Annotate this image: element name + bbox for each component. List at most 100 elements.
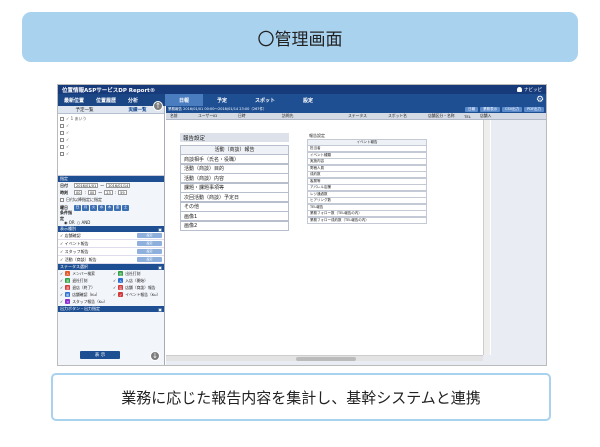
- user-menu[interactable]: ナビッピ: [517, 87, 542, 93]
- section-banner: 〇管理画面: [22, 12, 578, 62]
- col-spot[interactable]: スポット名: [384, 113, 424, 119]
- col-datetime[interactable]: 日時: [234, 113, 278, 119]
- app-screenshot: 位置情報ASPサービスDP Report® ナビッピ 最新位置 位置履歴 分析 …: [57, 84, 547, 366]
- left-menu: 最新位置 位置履歴 分析: [58, 94, 165, 106]
- report-item: 活動（商談）内容: [180, 173, 289, 183]
- arrow-up-icon[interactable]: ↑: [153, 101, 163, 111]
- time-to-minute[interactable]: 59: [118, 190, 127, 195]
- list-item[interactable]: ✓: [60, 122, 162, 129]
- tab-spot[interactable]: スポット: [241, 94, 289, 106]
- arrow-down-icon[interactable]: ↓: [150, 351, 160, 361]
- daily-report-button[interactable]: 日報: [465, 107, 479, 112]
- app-titlebar: 位置情報ASPサービスDP Report® ナビッピ: [58, 85, 546, 94]
- weekday-mon[interactable]: 月: [82, 204, 89, 211]
- time-row: 時刻 00: 00 ～ 23: 59: [60, 189, 127, 195]
- info-text: 業務報告 2016/01/01 00:00～2016/01/14 23:00（2…: [168, 107, 267, 111]
- menu-position-history[interactable]: 位置履歴: [90, 94, 122, 106]
- list-item[interactable]: ✓: [60, 143, 162, 150]
- col-tel[interactable]: TEL: [460, 114, 476, 119]
- horizontal-scrollbar[interactable]: [166, 355, 483, 361]
- left-panel-tabs: 予定一覧 実績一覧: [58, 106, 164, 114]
- tab-daily-report[interactable]: 日報: [165, 94, 204, 106]
- member-list: ✓ 1 あいう ✓ ✓ ✓ ✓ ✓: [58, 114, 164, 176]
- report-item: 活動（商談）報告: [180, 144, 289, 155]
- status-item[interactable]: ✓ 退退社打刻: [58, 277, 111, 284]
- gear-icon[interactable]: ⚙: [534, 94, 546, 106]
- col-name[interactable]: 名前: [166, 113, 194, 119]
- list-item[interactable]: ✓: [60, 129, 162, 136]
- clock-out-icon: 退: [65, 278, 71, 283]
- caption-box: 業務に応じた報告内容を集計し、基幹システムと連携: [51, 373, 551, 421]
- output-section-header: 出力ボタン・出力指定 ▣: [58, 306, 164, 312]
- weekday-row: 曜日 日 月 火 水 木 金 土: [60, 204, 129, 211]
- app-title: 位置情報ASPサービスDP Report®: [62, 87, 156, 94]
- menu-analysis[interactable]: 分析: [122, 94, 144, 106]
- time-from-minute[interactable]: 00: [87, 190, 97, 195]
- pdf-export-button[interactable]: PDF出力: [524, 107, 544, 112]
- weekday-thu[interactable]: 木: [106, 204, 113, 211]
- event-settings-panel: 報告設定 イベント報告 担当者 イベント種類 実施内容 寄稿人員 成約数 客層等…: [307, 133, 427, 224]
- weekday-wed[interactable]: 水: [98, 204, 105, 211]
- event-report-icon: イ: [118, 292, 124, 297]
- report-content: 報告設定 活動（商談）報告 商談相手（氏名・役職） 活動（商談）目的 活動（商談…: [166, 120, 491, 355]
- exit-icon: 退: [65, 285, 71, 290]
- scroll-thumb[interactable]: [296, 357, 356, 361]
- csv-export-button[interactable]: CSV出力: [502, 107, 523, 112]
- time-from-hour[interactable]: 00: [74, 190, 83, 195]
- status-item[interactable]: ✓ 店店舗（商談）報告: [111, 284, 164, 291]
- status-item[interactable]: ✓ 入入店（開始）: [111, 277, 164, 284]
- status-item[interactable]: ✓ ススタッフ報告（Ku）: [58, 298, 111, 305]
- status-item[interactable]: ✓ 確店舗確認（Ku）: [58, 291, 111, 298]
- tab-settings[interactable]: 設定: [289, 94, 327, 106]
- status-item[interactable]: ✓ 退退店（終了）: [58, 284, 111, 291]
- info-bar: 業務報告 2016/01/01 00:00～2016/01/14 23:00（2…: [166, 106, 546, 113]
- enter-icon: 入: [118, 278, 124, 283]
- date-row: 日付 2016/01/01 ～ 2016/01/14: [60, 182, 131, 188]
- business-view-button[interactable]: 業務表示: [480, 107, 501, 112]
- menu-latest-position[interactable]: 最新位置: [58, 94, 90, 106]
- banner-title: 〇管理画面: [257, 29, 343, 50]
- tab-schedule[interactable]: 予定: [203, 94, 241, 106]
- weekday-sun[interactable]: 日: [74, 204, 81, 211]
- col-store[interactable]: 店舗区分・名称: [424, 113, 460, 119]
- date-checkbox-row[interactable]: 日付以降指定に指定: [58, 196, 164, 203]
- list-item[interactable]: ✓: [60, 136, 162, 143]
- col-visit[interactable]: 訪問先: [278, 113, 344, 119]
- display-item[interactable]: ✓ 活動（商談）報告 設定: [58, 256, 164, 264]
- weekday-tue[interactable]: 火: [90, 204, 97, 211]
- logic-radio-row: ◉ OR ○ AND: [58, 219, 164, 226]
- logic-row: 条件指定: [60, 209, 72, 221]
- radio-or[interactable]: ◉ OR: [64, 220, 75, 225]
- report-item: 画像2: [180, 220, 289, 231]
- display-item[interactable]: ✓ 店舗確認 設定: [58, 232, 164, 240]
- show-button[interactable]: 表 示: [80, 351, 120, 359]
- user-name: ナビッピ: [524, 87, 542, 93]
- date-to-input[interactable]: 2016/01/14: [106, 183, 131, 188]
- tab-schedule-list[interactable]: 予定一覧: [58, 107, 111, 113]
- display-item[interactable]: ✓ スタッフ報告 設定: [58, 248, 164, 256]
- list-item[interactable]: ✓ 1 あいう: [60, 115, 162, 122]
- time-to-hour[interactable]: 23: [104, 190, 113, 195]
- member-icon: 人: [65, 271, 71, 276]
- status-item[interactable]: ✓ イイベント報告（Ku）: [111, 291, 164, 298]
- event-item: 業務フォロー成約数（TEL報告の内）: [307, 216, 427, 224]
- weekday-fri[interactable]: 金: [114, 204, 121, 211]
- report-item: 活動（商談）目的: [180, 163, 289, 174]
- weekday-sat[interactable]: 土: [122, 204, 129, 211]
- col-status[interactable]: ステータス: [344, 113, 384, 119]
- status-item[interactable]: ✓ 人メンバー検索: [58, 270, 111, 277]
- vertical-scrollbar[interactable]: [483, 120, 490, 355]
- col-user-id[interactable]: ユーザーID: [194, 113, 234, 119]
- list-item[interactable]: ✓: [60, 150, 162, 157]
- report-settings-title: 報告設定: [180, 133, 289, 142]
- caption-text: 業務に応じた報告内容を集計し、基幹システムと連携: [121, 388, 481, 407]
- date-from-input[interactable]: 2016/01/01: [74, 183, 99, 188]
- store-check-icon: 確: [65, 292, 71, 297]
- status-list: ✓ 人メンバー検索 ✓ 出出社打刻 ✓ 退退社打刻 ✓ 入入店（開始） ✓ 退退店（終了）…: [58, 270, 164, 305]
- status-item[interactable]: ✓ 出出社打刻: [111, 270, 164, 277]
- report-item: 課題・課題事項等: [180, 182, 289, 193]
- display-item[interactable]: ✓ イベント報告 設定: [58, 240, 164, 248]
- report-item: 次回活動（商談）予定日: [180, 192, 289, 202]
- radio-and[interactable]: ○ AND: [77, 220, 91, 225]
- col-store-in[interactable]: 店舗入: [476, 113, 495, 119]
